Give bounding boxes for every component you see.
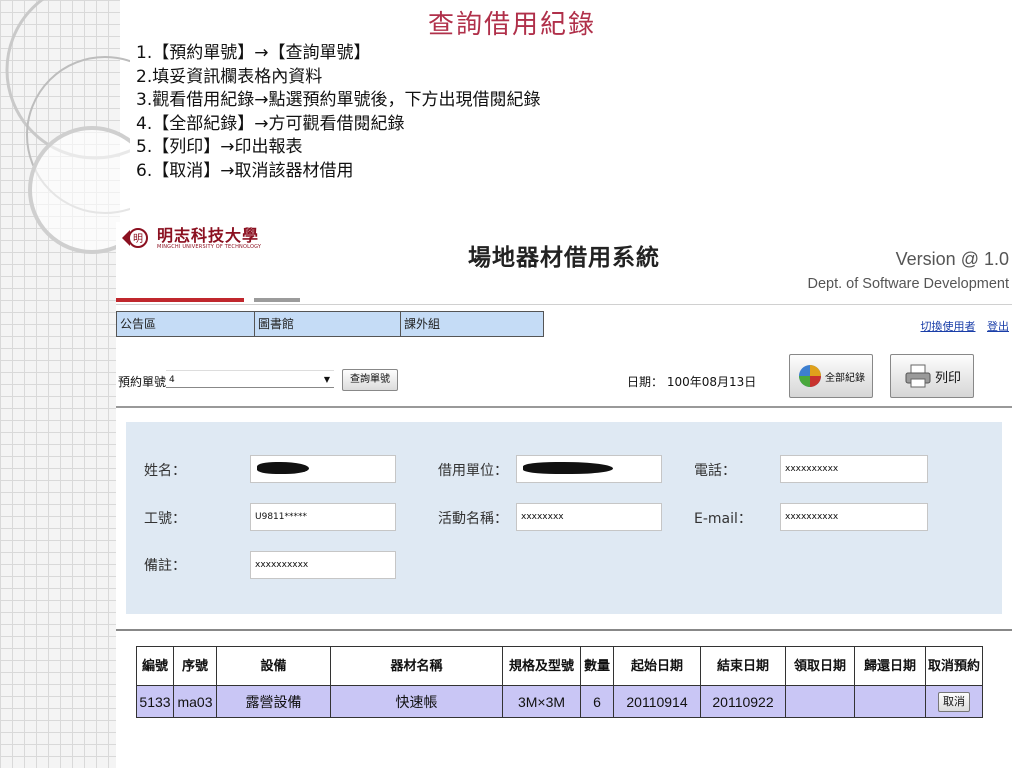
logo-name-en: MINGCHI UNIVERSITY OF TECHNOLOGY bbox=[157, 243, 262, 250]
instruction-step: 2.填妥資訊欄表格內資料 bbox=[136, 66, 323, 87]
name-field[interactable] bbox=[250, 455, 396, 483]
cancel-reservation-button[interactable]: 取消 bbox=[938, 691, 970, 712]
nav-item-announcements[interactable]: 公告區 bbox=[117, 312, 255, 336]
table-cell: 露營設備 bbox=[216, 685, 331, 718]
all-records-button[interactable]: 全部紀錄 bbox=[789, 354, 873, 398]
phone-field[interactable]: xxxxxxxxxx bbox=[780, 455, 928, 483]
table-header-row: 編號 序號 設備 器材名稱 規格及型號 數量 起始日期 結束日期 領取日期 歸還… bbox=[136, 646, 983, 686]
column-header: 設備 bbox=[216, 646, 331, 686]
reservation-select[interactable]: 4 ▼ bbox=[166, 370, 334, 388]
header-divider bbox=[116, 304, 1012, 305]
name-label: 姓名： bbox=[144, 463, 186, 479]
instruction-step: 5.【列印】→印出報表 bbox=[136, 137, 303, 157]
column-header: 結束日期 bbox=[700, 646, 786, 686]
borrower-info-panel: 姓名： 借用單位： 電話： xxxxxxxxxx 工號： U9811***** … bbox=[126, 422, 1002, 614]
unit-field[interactable] bbox=[516, 455, 662, 483]
email-label: E-mail： bbox=[694, 511, 752, 527]
slide-title: 查詢借用紀錄 bbox=[427, 10, 596, 40]
email-field[interactable]: xxxxxxxxxx bbox=[780, 503, 928, 531]
table-cell: 取消 bbox=[925, 685, 983, 718]
column-header: 器材名稱 bbox=[330, 646, 503, 686]
note-field[interactable]: xxxxxxxxxx bbox=[250, 551, 396, 579]
redacted-mark bbox=[257, 462, 309, 474]
column-header: 領取日期 bbox=[785, 646, 855, 686]
printer-icon bbox=[905, 364, 931, 388]
table-cell: 20110914 bbox=[613, 685, 701, 718]
university-logo: 明 明志科技大學 MINGCHI UNIVERSITY OF TECHNOLOG… bbox=[120, 226, 261, 250]
chevron-down-icon: ▼ bbox=[323, 375, 330, 384]
university-emblem-icon: 明 bbox=[122, 228, 148, 248]
table-cell bbox=[785, 685, 855, 718]
column-header: 起始日期 bbox=[613, 646, 701, 686]
reservation-select-value: 4 bbox=[169, 375, 175, 385]
table-cell bbox=[854, 685, 926, 718]
column-header: 編號 bbox=[136, 646, 174, 686]
print-button[interactable]: 列印 bbox=[890, 354, 974, 398]
query-button[interactable]: 查詢單號 bbox=[342, 369, 398, 391]
header-accent-bar-gray bbox=[254, 298, 300, 302]
nav-item-extracurricular[interactable]: 課外組 bbox=[401, 312, 543, 336]
unit-label: 借用單位： bbox=[438, 463, 508, 479]
instruction-step: 4.【全部紀錄】→方可觀看借閱紀錄 bbox=[136, 113, 405, 134]
table-cell: 3M×3M bbox=[502, 685, 581, 718]
system-title: 場地器材借用系統 bbox=[468, 245, 660, 271]
table-cell: ma03 bbox=[173, 685, 217, 718]
note-label: 備註： bbox=[144, 558, 186, 574]
all-records-label: 全部紀錄 bbox=[825, 372, 865, 384]
filter-bar: 預約單號 4 ▼ 查詢單號 日期： 100年08月13日 全部紀錄 列印 bbox=[116, 354, 1012, 404]
nav-item-library[interactable]: 圖書館 bbox=[255, 312, 401, 336]
column-header: 歸還日期 bbox=[854, 646, 926, 686]
table-cell: 5133 bbox=[136, 685, 174, 718]
table-cell: 20110922 bbox=[700, 685, 786, 718]
app-screenshot: 明 明志科技大學 MINGCHI UNIVERSITY OF TECHNOLOG… bbox=[116, 222, 1012, 768]
instruction-step: 6.【取消】→取消該器材借用 bbox=[136, 160, 354, 181]
date-label: 日期： bbox=[627, 375, 664, 389]
table-cell: 快速帳 bbox=[330, 685, 503, 718]
version-label: Version @ 1.0 bbox=[895, 249, 1009, 269]
logout-link[interactable]: 登出 bbox=[987, 320, 1009, 333]
instruction-list: 1.【預約單號】→【查詢單號】 2.填妥資訊欄表格內資料 3.觀看借用紀錄→點選… bbox=[136, 42, 540, 183]
print-label: 列印 bbox=[934, 370, 961, 386]
header-accent-bar bbox=[116, 298, 244, 302]
user-links: 切換使用者 登出 bbox=[913, 318, 1010, 334]
logo-name-zh: 明志科技大學 bbox=[157, 225, 260, 245]
redacted-mark bbox=[523, 462, 613, 474]
switch-user-link[interactable]: 切換使用者 bbox=[921, 320, 976, 333]
instruction-step: 1.【預約單號】→【查詢單號】 bbox=[136, 43, 371, 63]
reservation-label: 預約單號 bbox=[118, 375, 167, 389]
table-cell: 6 bbox=[580, 685, 614, 718]
table-divider bbox=[116, 629, 1012, 631]
column-header: 規格及型號 bbox=[502, 646, 581, 686]
department-label: Dept. of Software Development bbox=[807, 276, 1010, 292]
column-header: 序號 bbox=[173, 646, 217, 686]
table-row[interactable]: 5133 ma03 露營設備 快速帳 3M×3M 6 20110914 2011… bbox=[136, 685, 983, 718]
instruction-step: 3.觀看借用紀錄→點選預約單號後，下方出現借閱紀錄 bbox=[136, 90, 541, 110]
svg-text:明: 明 bbox=[133, 233, 143, 245]
nav-bar: 公告區 圖書館 課外組 bbox=[116, 311, 544, 337]
puzzle-globe-icon bbox=[799, 365, 821, 387]
activity-field[interactable]: xxxxxxxx bbox=[516, 503, 662, 531]
column-header: 取消預約 bbox=[925, 646, 983, 686]
staff-id-label: 工號： bbox=[144, 511, 186, 527]
filter-divider bbox=[116, 406, 1012, 408]
borrow-records-table: 編號 序號 設備 器材名稱 規格及型號 數量 起始日期 結束日期 領取日期 歸還… bbox=[136, 646, 983, 718]
date-display: 日期： 100年08月13日 bbox=[627, 373, 756, 390]
column-header: 數量 bbox=[580, 646, 614, 686]
activity-label: 活動名稱： bbox=[438, 511, 508, 527]
date-value: 100年08月13日 bbox=[666, 375, 757, 389]
staff-id-field[interactable]: U9811***** bbox=[250, 503, 396, 531]
phone-label: 電話： bbox=[694, 463, 736, 479]
